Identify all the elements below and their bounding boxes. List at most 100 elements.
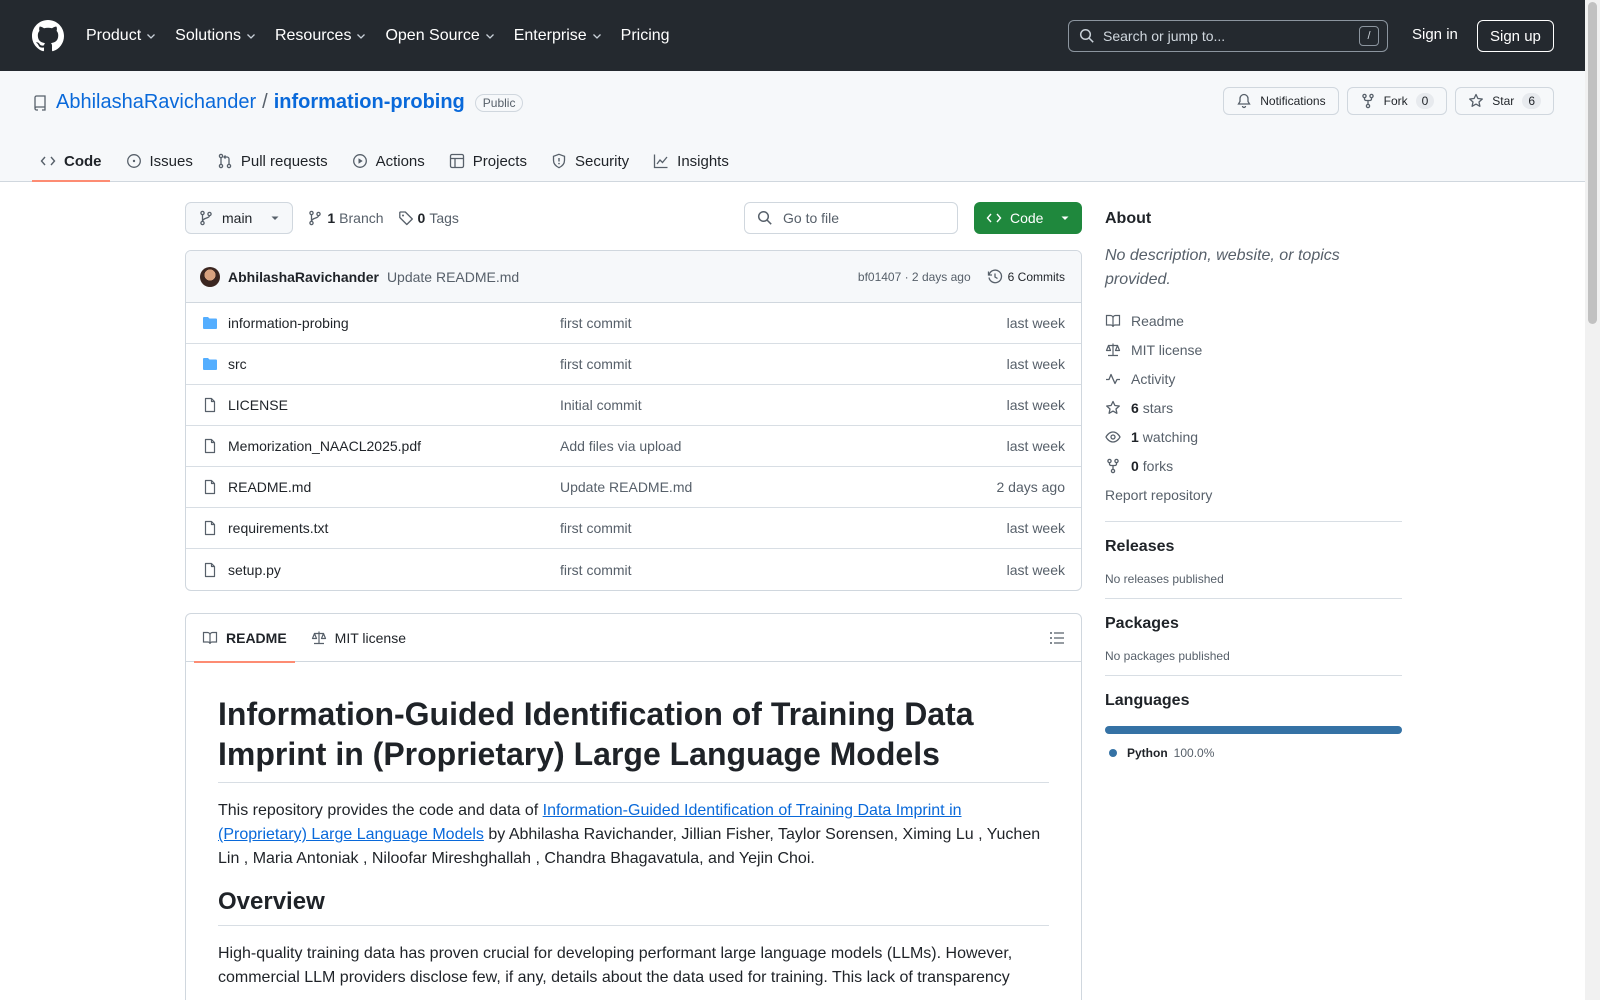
star-button[interactable]: Star 6	[1455, 87, 1554, 115]
commits-history-link[interactable]: 6 Commits	[987, 268, 1065, 285]
file-name-link[interactable]: Memorization_NAACL2025.pdf	[228, 438, 560, 454]
stars-count: 6	[1131, 399, 1139, 416]
tab-license[interactable]: MIT license	[303, 614, 414, 662]
table-row[interactable]: information-probing first commit last we…	[186, 303, 1081, 344]
license-link[interactable]: MIT license	[1105, 335, 1402, 364]
watchers-link[interactable]: 1 watching	[1105, 422, 1402, 451]
activity-link[interactable]: Activity	[1105, 364, 1402, 393]
repo-actions: Notifications Fork 0 Star 6	[1223, 87, 1554, 115]
tab-projects[interactable]: Projects	[441, 141, 535, 181]
tab-insights[interactable]: Insights	[645, 141, 737, 181]
report-repository-link[interactable]: Report repository	[1105, 480, 1402, 509]
nav-solutions[interactable]: Solutions	[175, 27, 257, 45]
file-name-link[interactable]: LICENSE	[228, 397, 560, 413]
tab-pull-requests[interactable]: Pull requests	[209, 141, 336, 181]
caret-down-icon	[271, 216, 279, 220]
nav-resources-label: Resources	[274, 26, 352, 44]
releases-title[interactable]: Releases	[1105, 538, 1402, 556]
eye-icon	[1105, 430, 1121, 443]
issue-icon	[126, 154, 141, 168]
file-name-link[interactable]: information-probing	[228, 315, 560, 331]
branch-selector[interactable]: main	[185, 202, 294, 234]
scrollbar-thumb[interactable]	[1588, 2, 1597, 324]
forks-count: 0	[1131, 457, 1139, 474]
file-commit-date: last week	[1006, 520, 1065, 536]
commit-author-link[interactable]: AbhilashaRavichander	[228, 269, 379, 285]
main-content: main 1 Branch 0 Tags Go to file Code Abh…	[185, 202, 1082, 1000]
table-row[interactable]: Memorization_NAACL2025.pdf Add files via…	[186, 426, 1081, 467]
go-to-file-input[interactable]: Go to file	[744, 202, 958, 234]
file-name-link[interactable]: README.md	[228, 479, 560, 495]
tag-count-label: Tags	[429, 210, 459, 226]
star-count: 6	[1522, 93, 1541, 109]
stars-link[interactable]: 6 stars	[1105, 393, 1402, 422]
file-name-link[interactable]: requirements.txt	[228, 520, 560, 536]
file-name-link[interactable]: setup.py	[228, 562, 560, 578]
go-to-file-placeholder: Go to file	[783, 210, 840, 226]
license-link-label: MIT license	[1131, 341, 1203, 358]
branch-icon	[200, 210, 212, 226]
file-commit-message[interactable]: Initial commit	[560, 397, 1007, 413]
global-search-input[interactable]: Search or jump to... /	[1068, 20, 1388, 52]
readme-link[interactable]: Readme	[1105, 306, 1402, 335]
commit-message-link[interactable]: Update README.md	[387, 269, 519, 285]
file-icon	[204, 562, 216, 577]
nav-open-source[interactable]: Open Source	[385, 27, 495, 45]
repo-name-link[interactable]: information-probing	[274, 91, 465, 114]
commit-hash-time[interactable]: bf01407 · 2 days ago	[858, 270, 971, 284]
tab-code[interactable]: Code	[32, 141, 110, 182]
visibility-badge: Public	[474, 93, 524, 112]
shield-icon	[552, 153, 566, 169]
table-row[interactable]: README.md Update README.md 2 days ago	[186, 467, 1081, 508]
repo-owner-link[interactable]: AbhilashaRavichander	[56, 91, 256, 114]
table-row[interactable]: requirements.txt first commit last week	[186, 508, 1081, 549]
fork-icon	[1107, 458, 1119, 473]
sign-in-link[interactable]: Sign in	[1412, 26, 1458, 43]
global-nav: Product Solutions Resources Open Source …	[86, 27, 688, 45]
forks-link[interactable]: 0 forks	[1105, 451, 1402, 480]
tab-security[interactable]: Security	[543, 141, 637, 181]
nav-enterprise-label: Enterprise	[513, 26, 587, 44]
packages-title[interactable]: Packages	[1105, 615, 1402, 633]
play-icon	[352, 154, 367, 168]
tags-link[interactable]: 0 Tags	[398, 210, 459, 226]
tab-issues[interactable]: Issues	[118, 141, 201, 181]
avatar[interactable]	[200, 266, 220, 287]
nav-pricing[interactable]: Pricing	[621, 27, 670, 45]
language-item[interactable]: Python 100.0%	[1109, 746, 1402, 760]
readme-intro: This repository provides the code and da…	[218, 799, 1049, 871]
notifications-button[interactable]: Notifications	[1223, 87, 1339, 115]
nav-resources[interactable]: Resources	[275, 27, 367, 45]
code-download-button[interactable]: Code	[974, 202, 1082, 234]
file-commit-message[interactable]: first commit	[560, 562, 1007, 578]
file-commit-message[interactable]: first commit	[560, 315, 1007, 331]
tab-issues-label: Issues	[149, 152, 193, 170]
file-commit-message[interactable]: Add files via upload	[560, 438, 1007, 454]
table-row[interactable]: LICENSE Initial commit last week	[186, 385, 1081, 426]
watchers-label: watching	[1142, 428, 1199, 445]
table-row[interactable]: setup.py first commit last week	[186, 549, 1081, 590]
repo-icon	[34, 94, 46, 111]
chevron-down-icon	[247, 33, 255, 39]
branches-link[interactable]: 1 Branch	[307, 210, 384, 226]
file-commit-message[interactable]: Update README.md	[560, 479, 997, 495]
page-scrollbar[interactable]	[1585, 0, 1600, 1000]
notifications-label: Notifications	[1260, 94, 1326, 108]
file-commit-message[interactable]: first commit	[560, 520, 1007, 536]
branch-count: 1	[327, 210, 336, 226]
chevron-down-icon	[147, 33, 156, 39]
fork-button[interactable]: Fork 0	[1346, 87, 1448, 115]
github-logo-icon[interactable]	[32, 19, 64, 52]
repo-header: AbhilashaRavichander / information-probi…	[0, 71, 1600, 182]
nav-product[interactable]: Product	[86, 27, 157, 45]
file-name-link[interactable]: src	[228, 356, 560, 372]
sign-up-button[interactable]: Sign up	[1477, 20, 1554, 52]
table-row[interactable]: src first commit last week	[186, 344, 1081, 385]
fork-count: 0	[1415, 93, 1435, 109]
list-unordered-icon[interactable]	[1049, 630, 1065, 646]
latest-commit: AbhilashaRavichander Update README.md bf…	[186, 251, 1081, 303]
tab-readme[interactable]: README	[194, 614, 295, 663]
nav-enterprise[interactable]: Enterprise	[514, 27, 603, 45]
file-commit-message[interactable]: first commit	[560, 356, 1007, 372]
tab-actions[interactable]: Actions	[344, 141, 433, 181]
